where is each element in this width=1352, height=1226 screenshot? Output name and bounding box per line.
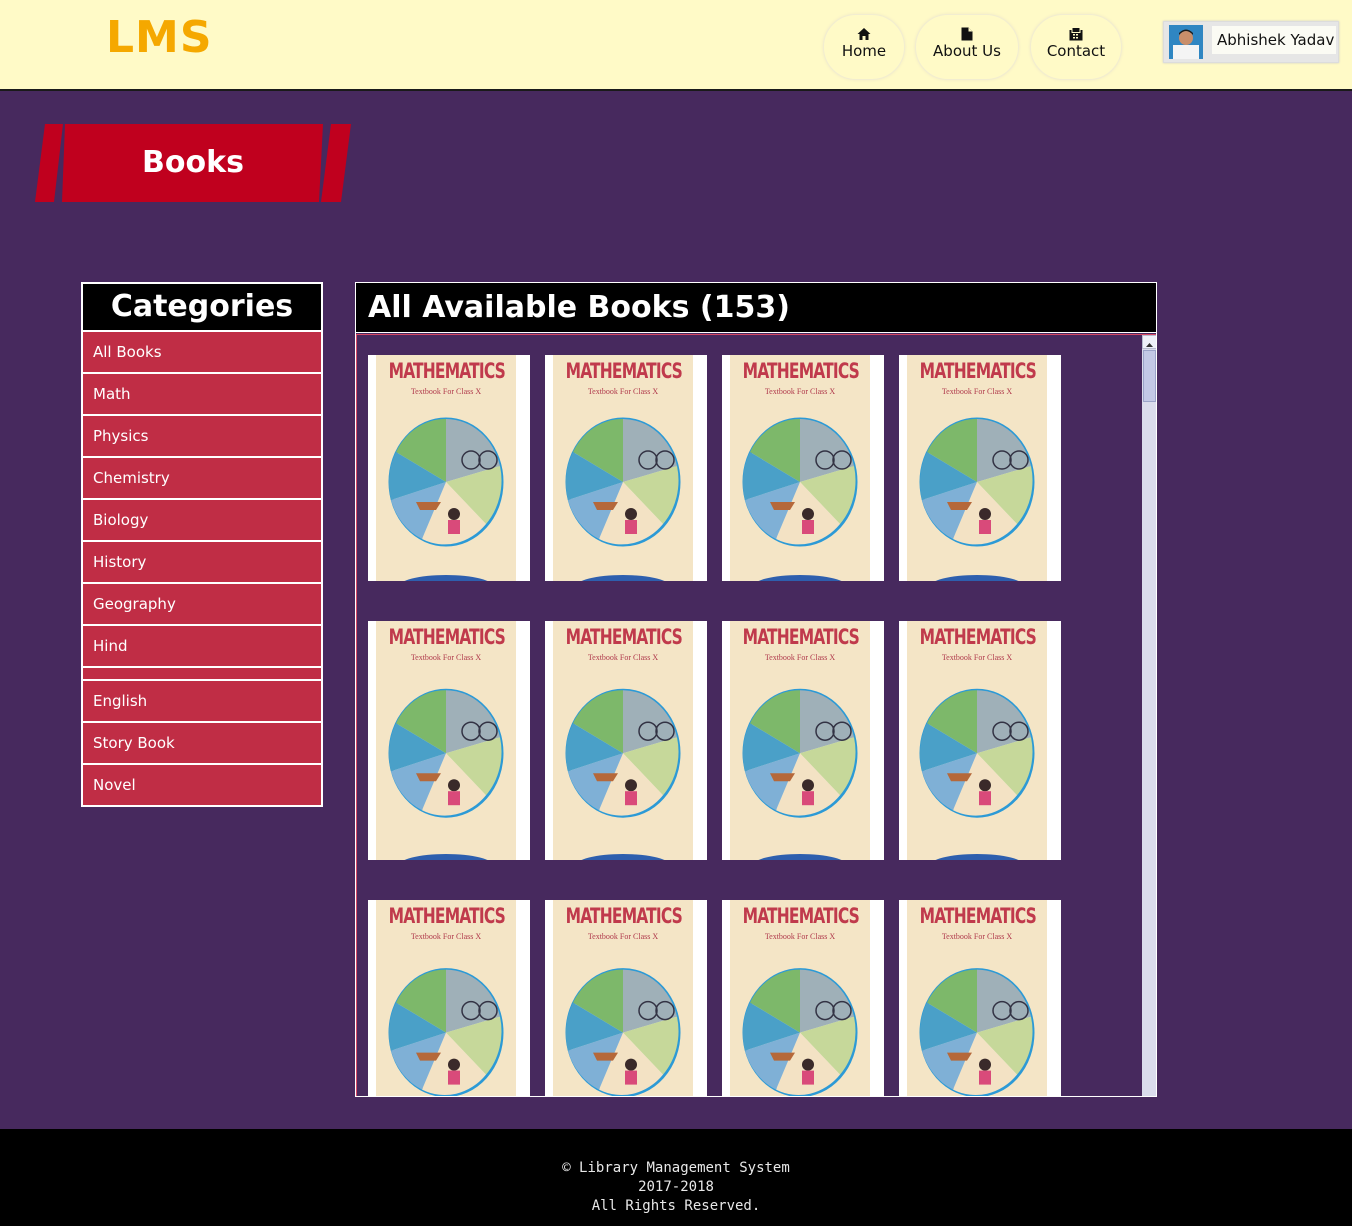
category-physics[interactable]: Physics: [81, 416, 323, 458]
category-hind[interactable]: Hind: [81, 626, 323, 668]
top-header: LMS Home About Us Contact Abhishek Yadav: [0, 0, 1352, 91]
category-spacer: [81, 668, 323, 681]
book-cover-image: MATHEMATICS Textbook For Class X: [907, 355, 1047, 581]
book-card[interactable]: MATHEMATICS Textbook For Class X: [899, 355, 1061, 581]
book-cover-image: MATHEMATICS Textbook For Class X: [907, 900, 1047, 1096]
book-cover-image: MATHEMATICS Textbook For Class X: [553, 355, 693, 581]
nav-contact-button[interactable]: Contact: [1030, 14, 1122, 80]
category-novel[interactable]: Novel: [81, 765, 323, 807]
book-cover-illustration: [388, 417, 504, 581]
book-cover-illustration: [565, 968, 681, 1096]
nav-about-button[interactable]: About Us: [915, 14, 1019, 80]
page-title: Books: [142, 145, 244, 180]
book-card[interactable]: MATHEMATICS Textbook For Class X: [368, 900, 530, 1096]
footer-copyright: © Library Management System: [562, 1160, 790, 1176]
nav-contact-label: Contact: [1046, 42, 1106, 60]
book-cover-illustration: [742, 688, 858, 860]
footer: © Library Management System 2017-2018 Al…: [0, 1129, 1352, 1226]
book-card[interactable]: MATHEMATICS Textbook For Class X: [545, 900, 707, 1096]
book-cover-illustration: [919, 688, 1035, 860]
footer-text: © Library Management System 2017-2018 Al…: [0, 1129, 1352, 1216]
books-scroll-area[interactable]: MATHEMATICS Textbook For Class X MATHEMATI…: [356, 334, 1156, 1096]
scrollbar-thumb[interactable]: [1143, 350, 1156, 402]
fax-icon: [1069, 27, 1083, 41]
book-card[interactable]: MATHEMATICS Textbook For Class X: [899, 621, 1061, 860]
book-cover-illustration: [388, 688, 504, 860]
book-cover-image: MATHEMATICS Textbook For Class X: [730, 355, 870, 581]
book-card[interactable]: MATHEMATICS Textbook For Class X: [722, 621, 884, 860]
home-icon: [857, 28, 871, 40]
category-english[interactable]: English: [81, 681, 323, 723]
nav-home-label: Home: [841, 42, 887, 60]
book-card[interactable]: MATHEMATICS Textbook For Class X: [722, 355, 884, 581]
book-cover-image: MATHEMATICS Textbook For Class X: [907, 621, 1047, 860]
book-cover-image: MATHEMATICS Textbook For Class X: [730, 621, 870, 860]
avatar: [1169, 25, 1203, 59]
vertical-scrollbar[interactable]: [1142, 335, 1156, 1096]
book-card[interactable]: MATHEMATICS Textbook For Class X: [368, 355, 530, 581]
category-geography[interactable]: Geography: [81, 584, 323, 626]
book-cover-image: MATHEMATICS Textbook For Class X: [553, 900, 693, 1096]
book-cover-illustration: [565, 688, 681, 860]
books-panel: All Available Books (153) MATHEMATICS Tex…: [355, 282, 1157, 1097]
category-history[interactable]: History: [81, 542, 323, 584]
book-cover-illustration: [388, 968, 504, 1096]
book-cover-illustration: [919, 417, 1035, 581]
user-name: Abhishek Yadav: [1212, 26, 1336, 54]
book-card[interactable]: MATHEMATICS Textbook For Class X: [368, 621, 530, 860]
page-title-banner: Books: [35, 124, 351, 202]
footer-rights: All Rights Reserved.: [591, 1198, 761, 1214]
category-biology[interactable]: Biology: [81, 500, 323, 542]
footer-years: 2017-2018: [638, 1179, 714, 1195]
nav-about-label: About Us: [933, 42, 1001, 60]
book-cover-image: MATHEMATICS Textbook For Class X: [376, 900, 516, 1096]
nav-home-button[interactable]: Home: [823, 14, 905, 80]
books-title: All Available Books (153): [356, 283, 1156, 333]
categories-panel: Categories All Books Math Physics Chemis…: [81, 282, 323, 807]
book-cover-illustration: [742, 417, 858, 581]
category-chemistry[interactable]: Chemistry: [81, 458, 323, 500]
app-logo[interactable]: LMS: [106, 12, 213, 63]
book-card[interactable]: MATHEMATICS Textbook For Class X: [545, 355, 707, 581]
file-icon: [961, 27, 973, 41]
book-card[interactable]: MATHEMATICS Textbook For Class X: [545, 621, 707, 860]
book-cover-illustration: [919, 968, 1035, 1096]
book-card[interactable]: MATHEMATICS Textbook For Class X: [899, 900, 1061, 1096]
category-all-books[interactable]: All Books: [81, 332, 323, 374]
book-cover-illustration: [742, 968, 858, 1096]
book-cover-image: MATHEMATICS Textbook For Class X: [730, 900, 870, 1096]
book-cover-image: MATHEMATICS Textbook For Class X: [376, 355, 516, 581]
book-card[interactable]: MATHEMATICS Textbook For Class X: [722, 900, 884, 1096]
scroll-up-arrow[interactable]: [1142, 335, 1156, 349]
categories-title: Categories: [81, 282, 323, 332]
book-cover-illustration: [565, 417, 681, 581]
book-cover-image: MATHEMATICS Textbook For Class X: [553, 621, 693, 860]
category-math[interactable]: Math: [81, 374, 323, 416]
book-cover-image: MATHEMATICS Textbook For Class X: [376, 621, 516, 860]
category-story-book[interactable]: Story Book: [81, 723, 323, 765]
user-profile-box[interactable]: Abhishek Yadav: [1163, 21, 1339, 63]
